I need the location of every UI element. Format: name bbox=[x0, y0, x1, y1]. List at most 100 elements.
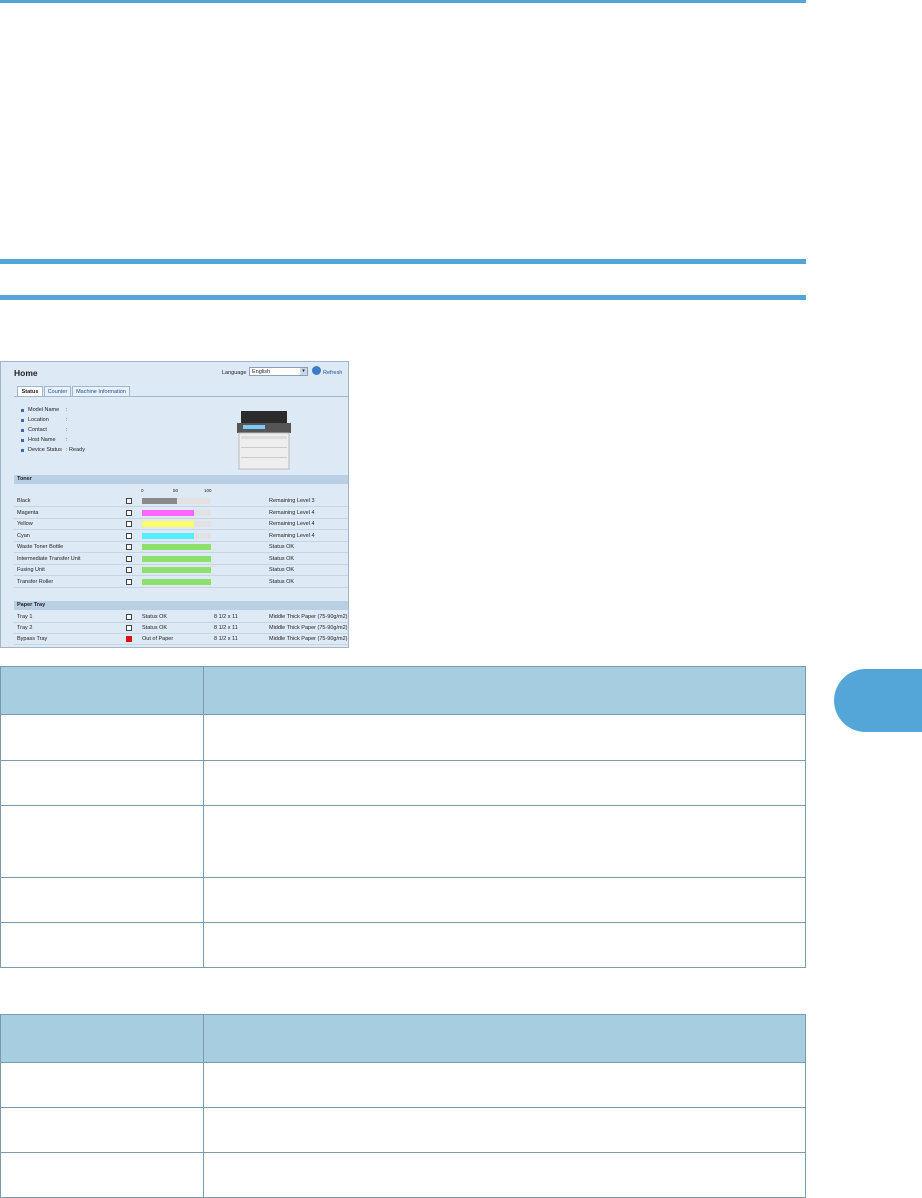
toner-row: Intermediate Transfer Unit Status OK bbox=[14, 554, 348, 565]
bullet-icon bbox=[21, 448, 24, 452]
info-value: : bbox=[66, 407, 68, 413]
bullet-icon bbox=[21, 408, 24, 412]
header-cell bbox=[203, 1014, 806, 1063]
tray-paper-size: 8 1/2 x 11 bbox=[214, 636, 238, 642]
level-fill bbox=[142, 578, 211, 585]
paper-tray-section-header: Paper Tray bbox=[14, 601, 348, 610]
tray-status: Status OK bbox=[142, 614, 168, 620]
cartridge-icon bbox=[126, 521, 132, 527]
table-cell bbox=[0, 877, 204, 923]
toner-row: Fusing Unit Status OK bbox=[14, 565, 348, 576]
toner-row: Waste Toner Bottle Status OK bbox=[14, 542, 348, 553]
tray-row: Bypass Tray Out of Paper 8 1/2 x 11 Middle … bbox=[14, 634, 348, 645]
printer-image bbox=[237, 411, 291, 470]
toner-status: Status OK bbox=[269, 578, 295, 585]
header-cell bbox=[203, 666, 806, 715]
table-row bbox=[0, 877, 806, 923]
tray-paper-type: Middle Thick Paper (75-90g/m2) bbox=[269, 614, 348, 620]
tray-paper-size: 8 1/2 x 11 bbox=[214, 625, 238, 631]
level-fill bbox=[142, 555, 211, 562]
table-cell bbox=[0, 805, 204, 878]
tray-row: Tray 2 Status OK 8 1/2 x 11 Middle Thick Pa… bbox=[14, 623, 348, 634]
scale-label: 50 bbox=[173, 488, 179, 493]
tray-status: Out of Paper bbox=[142, 636, 174, 642]
toner-status: Remaining Level 4 bbox=[269, 521, 315, 527]
toner-name: Magenta bbox=[17, 509, 39, 516]
chapter-tab-marker bbox=[834, 669, 922, 732]
top-rule bbox=[0, 0, 806, 3]
tray-name: Tray 2 bbox=[17, 625, 33, 631]
tray-icon bbox=[126, 614, 132, 620]
cartridge-icon bbox=[126, 578, 132, 585]
tab-divider bbox=[14, 396, 348, 397]
table-cell bbox=[0, 922, 204, 968]
toner-section-header: Toner bbox=[14, 475, 348, 484]
bullet-icon bbox=[21, 428, 24, 432]
table-1 bbox=[0, 666, 806, 968]
language-select[interactable]: English ▾ bbox=[249, 367, 308, 376]
table-cell bbox=[203, 714, 806, 761]
refresh-link[interactable]: Refresh bbox=[323, 370, 342, 376]
tray-status: Status OK bbox=[142, 625, 168, 631]
toner-name: Cyan bbox=[17, 532, 30, 539]
toner-row: Magenta Remaining Level 4 bbox=[14, 508, 348, 519]
tray-name: Tray 1 bbox=[17, 614, 33, 620]
refresh-icon[interactable] bbox=[312, 366, 321, 375]
cartridge-icon bbox=[126, 567, 132, 573]
header-cell bbox=[0, 1014, 204, 1063]
table-cell bbox=[203, 1152, 806, 1198]
cartridge-icon bbox=[126, 555, 132, 562]
level-bar bbox=[142, 509, 211, 516]
table-cell bbox=[203, 1107, 806, 1153]
web-image-monitor-screenshot: Home Language English ▾ Refresh Status C… bbox=[0, 361, 349, 648]
header-cell bbox=[0, 666, 204, 715]
page-title: Home bbox=[14, 368, 38, 378]
info-value: : bbox=[66, 437, 68, 443]
cartridge-icon bbox=[126, 544, 132, 550]
table-row bbox=[0, 760, 806, 806]
table-cell bbox=[203, 760, 806, 806]
table-row bbox=[0, 1107, 806, 1153]
tray-row: Tray 1 Status OK 8 1/2 x 11 Middle Thick Pa… bbox=[14, 612, 348, 623]
toner-status: Remaining Level 4 bbox=[269, 532, 315, 539]
table-row bbox=[0, 805, 806, 878]
table-cell bbox=[203, 877, 806, 923]
table-cell bbox=[0, 1152, 204, 1198]
tray-name: Bypass Tray bbox=[17, 636, 48, 642]
table-cell bbox=[0, 714, 204, 761]
level-bar bbox=[142, 498, 211, 504]
level-bar bbox=[142, 532, 211, 539]
tray-paper-type: Middle Thick Paper (75-90g/m2) bbox=[269, 625, 348, 631]
toner-name: Fusing Unit bbox=[17, 567, 45, 573]
toner-name: Transfer Roller bbox=[17, 578, 54, 585]
scale-label: 100 bbox=[204, 488, 212, 493]
info-row-location: Location : bbox=[21, 417, 68, 423]
table-row bbox=[0, 714, 806, 761]
table-row bbox=[0, 922, 806, 968]
table-cell bbox=[203, 922, 806, 968]
cartridge-icon bbox=[126, 509, 132, 516]
level-fill bbox=[142, 521, 194, 527]
tray-paper-size: 8 1/2 x 11 bbox=[214, 614, 238, 620]
toner-status: Remaining Level 3 bbox=[269, 498, 315, 504]
toner-name: Black bbox=[17, 498, 31, 504]
info-value: : bbox=[66, 417, 68, 423]
table-2 bbox=[0, 1014, 806, 1198]
info-label: Host Name bbox=[28, 437, 56, 443]
info-value: : bbox=[66, 427, 68, 433]
table-header-row bbox=[0, 1014, 806, 1063]
level-fill bbox=[142, 544, 211, 550]
toner-row: Black Remaining Level 3 bbox=[14, 496, 348, 507]
level-bar bbox=[142, 555, 211, 562]
table-cell bbox=[0, 760, 204, 806]
info-row-model-name: Model Name : bbox=[21, 407, 68, 413]
info-label: Device Status bbox=[28, 447, 62, 453]
table-row bbox=[0, 1062, 806, 1108]
info-row-host-name: Host Name : bbox=[21, 437, 68, 443]
table-cell bbox=[0, 1062, 204, 1108]
section-rule-upper bbox=[0, 259, 806, 264]
toner-status: Status OK bbox=[269, 555, 295, 562]
alert-icon bbox=[126, 636, 132, 642]
info-row-contact: Contact : bbox=[21, 427, 68, 433]
toner-row: Transfer Roller Status OK bbox=[14, 577, 348, 588]
